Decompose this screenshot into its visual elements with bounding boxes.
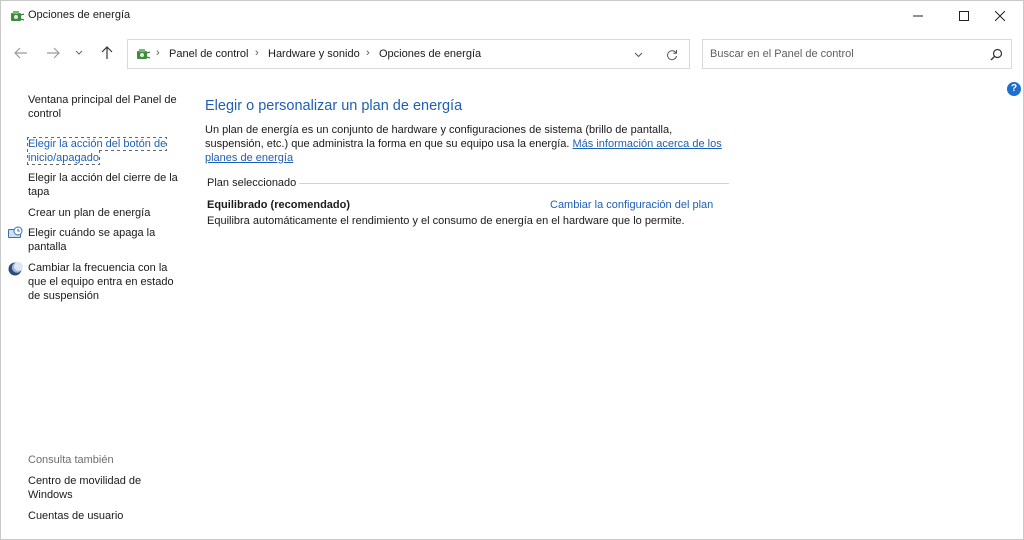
sidebar-item-label: Elegir la acción del cierre de la tapa (28, 172, 178, 198)
power-options-icon (137, 49, 151, 59)
forward-button[interactable] (43, 42, 63, 64)
breadcrumb-power-options[interactable]: Opciones de energía (379, 48, 481, 60)
title-bar: Opciones de energía (1, 1, 1023, 31)
monitor-clock-icon (8, 226, 23, 238)
breadcrumb-separator[interactable]: › (255, 47, 259, 59)
back-button[interactable] (11, 42, 31, 64)
change-plan-settings-link[interactable]: Cambiar la configuración del plan (550, 199, 713, 211)
address-bar[interactable]: › Panel de control › Hardware y sonido ›… (127, 39, 690, 69)
up-button[interactable] (97, 42, 117, 64)
help-icon[interactable]: ? (1007, 82, 1021, 96)
minimize-button[interactable] (895, 1, 941, 31)
section-label: Plan seleccionado (207, 177, 297, 189)
see-also-heading: Consulta también (28, 454, 114, 466)
page-description: Un plan de energía es un conjunto de har… (205, 123, 731, 165)
sidebar-item-create-power-plan[interactable]: Crear un plan de energía (28, 206, 178, 220)
power-options-icon (11, 11, 25, 21)
sidebar-item-sleep-frequency[interactable]: Cambiar la frecuencia con la que el equi… (28, 261, 178, 303)
refresh-button[interactable] (663, 46, 681, 64)
sidebar-item-label: Ventana principal del Panel de control (28, 94, 177, 120)
chevron-down-icon (75, 50, 83, 55)
sidebar-item-power-button-action[interactable]: Elegir la acción del botón de inicio/apa… (26, 137, 178, 165)
sidebar-item-display-off[interactable]: Elegir cuándo se apaga la pantalla (28, 226, 178, 254)
maximize-icon (959, 11, 969, 21)
see-also-mobility-center[interactable]: Centro de movilidad de Windows (28, 474, 178, 502)
recent-locations-button[interactable] (70, 42, 88, 64)
close-icon (995, 11, 1005, 21)
sidebar-item-lid-close-action[interactable]: Elegir la acción del cierre de la tapa (28, 171, 178, 199)
search-input[interactable] (703, 40, 983, 68)
breadcrumb-control-panel[interactable]: Panel de control (169, 48, 249, 60)
close-button[interactable] (977, 1, 1023, 31)
search-box (702, 39, 1012, 69)
refresh-icon (667, 50, 677, 61)
plan-description: Equilibra automáticamente el rendimiento… (207, 215, 685, 227)
see-also-label: Cuentas de usuario (28, 510, 124, 522)
sidebar-item-control-panel-home[interactable]: Ventana principal del Panel de control (28, 93, 178, 121)
arrow-up-icon (101, 46, 113, 59)
breadcrumb-separator[interactable]: › (366, 47, 370, 59)
arrow-left-icon (14, 47, 27, 59)
address-dropdown-button[interactable] (630, 47, 646, 63)
window-title: Opciones de energía (28, 9, 131, 21)
minimize-icon (913, 15, 923, 17)
section-divider (299, 183, 729, 184)
chevron-down-icon (634, 52, 642, 58)
sidebar-item-label: Elegir cuándo se apaga la pantalla (28, 227, 156, 253)
sidebar-item-label: Elegir la acción del botón de inicio/apa… (26, 137, 168, 165)
sidebar-item-label: Crear un plan de energía (28, 207, 151, 219)
breadcrumb-hardware-sound[interactable]: Hardware y sonido (268, 48, 360, 60)
search-icon[interactable] (988, 47, 1004, 63)
breadcrumb-separator: › (156, 47, 160, 59)
page-title: Elegir o personalizar un plan de energía (205, 98, 463, 114)
sidebar-item-label: Cambiar la frecuencia con la que el equi… (28, 262, 174, 302)
see-also-label: Centro de movilidad de Windows (28, 475, 142, 501)
plan-name: Equilibrado (recomendado) (207, 199, 351, 211)
moon-icon (8, 262, 23, 276)
arrow-right-icon (47, 47, 60, 59)
power-options-window: Opciones de energía › Panel de control › (0, 0, 1024, 540)
see-also-user-accounts[interactable]: Cuentas de usuario (28, 509, 178, 523)
